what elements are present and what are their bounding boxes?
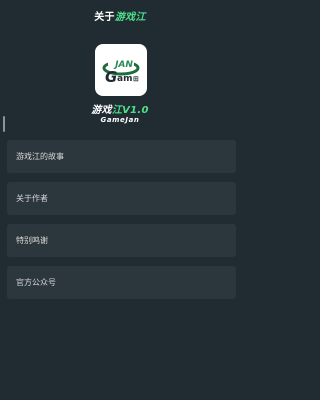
app-version: V1.0 <box>122 105 149 116</box>
menu-item-about-author[interactable]: 关于作者 <box>7 182 236 215</box>
app-name: 游戏江V1.0 <box>0 101 240 116</box>
menu-item-label: 关于作者 <box>16 194 48 203</box>
scroll-indicator[interactable] <box>3 116 5 132</box>
svg-text:G: G <box>105 68 117 86</box>
menu-item-story[interactable]: 游戏江的故事 <box>7 140 236 173</box>
app-name-prefix: 游戏 <box>91 105 112 116</box>
menu-item-label: 官方公众号 <box>16 278 56 287</box>
menu-item-label: 特别鸣谢 <box>16 236 48 245</box>
menu-item-official-account[interactable]: 官方公众号 <box>7 266 236 299</box>
app-name-accent: 江 <box>111 105 123 116</box>
menu-item-label: 游戏江的故事 <box>16 152 64 161</box>
header-title-accent: 游戏江 <box>114 11 146 23</box>
about-menu: 游戏江的故事 关于作者 特别鸣谢 官方公众号 <box>7 140 236 308</box>
svg-text:⊞: ⊞ <box>133 75 139 83</box>
header-title-prefix: 关于 <box>94 11 115 23</box>
page-header: 关于 游戏江 <box>0 0 240 30</box>
app-subtitle: GameJan <box>100 116 140 124</box>
app-logo-icon: JAN G am ⊞ <box>95 44 147 96</box>
logo-text-bottom: am <box>117 74 132 84</box>
menu-item-special-thanks[interactable]: 特别鸣谢 <box>7 224 236 257</box>
